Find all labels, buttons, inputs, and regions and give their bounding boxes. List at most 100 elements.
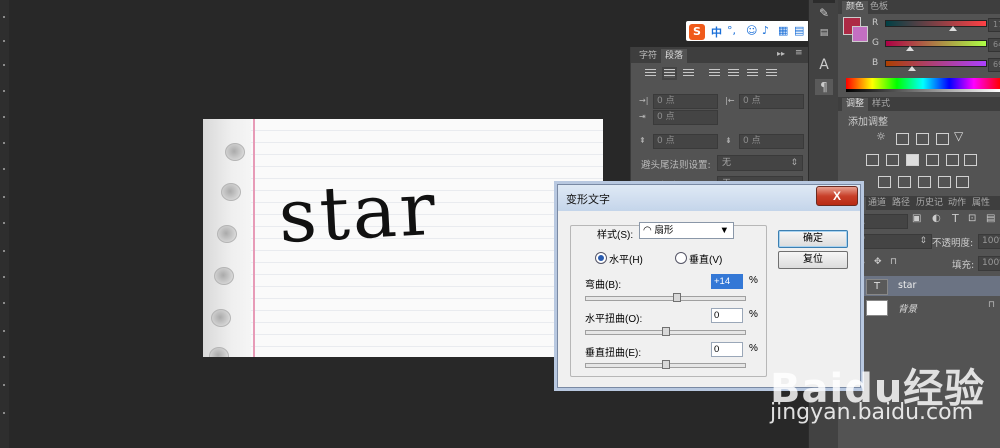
panel-collapse-icon[interactable]: ▸▸ — [777, 49, 785, 58]
blue-channel-thumb[interactable] — [908, 66, 916, 71]
layer-row-star[interactable]: T star — [838, 276, 1000, 296]
filter-adjustment-icon[interactable]: ◐ — [932, 213, 941, 224]
selective-color-icon[interactable] — [956, 176, 969, 188]
layer-name[interactable]: star — [898, 280, 916, 291]
color-spectrum-bar[interactable] — [846, 78, 1000, 92]
canvas-text[interactable]: star — [276, 166, 440, 260]
indent-first-line-field[interactable]: 0 点 — [653, 110, 718, 125]
blue-channel-value[interactable]: 69 — [988, 58, 1000, 72]
posterize-icon[interactable] — [898, 176, 911, 188]
hue-saturation-icon[interactable] — [866, 154, 879, 166]
hanging-rule-select[interactable]: 无 ⇕ — [717, 155, 803, 171]
tab-history[interactable]: 历史记 — [912, 197, 947, 210]
indent-right-icon: |← — [725, 96, 735, 105]
justify-all-icon[interactable] — [766, 69, 778, 78]
fill-field[interactable]: 100% — [978, 256, 1000, 271]
tab-swatches[interactable]: 色板 — [866, 1, 892, 14]
notebook-margin-line — [253, 119, 255, 357]
invert-icon[interactable] — [878, 176, 891, 188]
tab-styles[interactable]: 样式 — [868, 98, 894, 111]
justify-last-left-icon[interactable] — [709, 69, 721, 78]
channel-mixer-icon[interactable] — [946, 154, 959, 166]
adjustments-tabs: 调整 样式 — [838, 97, 1000, 111]
background-color-swatch[interactable] — [852, 26, 868, 42]
layer-row-background[interactable]: 背景 ⊓ — [838, 297, 1000, 317]
red-channel-slider[interactable] — [885, 20, 987, 27]
keyboard-icon[interactable]: ▦ — [778, 24, 788, 37]
threshold-icon[interactable] — [918, 176, 931, 188]
tab-character[interactable]: 字符 — [635, 49, 661, 63]
close-button[interactable]: X — [816, 186, 858, 206]
lock-icon: ⊓ — [988, 300, 996, 310]
emoji-icon[interactable]: ☺ — [746, 24, 757, 37]
bend-slider-thumb[interactable] — [672, 293, 681, 302]
arc-style-icon: ◠ — [643, 225, 652, 236]
style-select[interactable]: ◠ 扇形 ▼ — [639, 222, 734, 239]
dialog-title: 变形文字 — [566, 194, 610, 206]
blue-channel-slider[interactable] — [885, 60, 987, 67]
exposure-icon[interactable] — [936, 133, 949, 145]
ime-punctuation[interactable]: °, — [727, 24, 736, 37]
green-channel-thumb[interactable] — [906, 46, 914, 51]
horizontal-radio[interactable] — [595, 252, 607, 264]
indent-right-field[interactable]: 0 点 — [739, 94, 804, 109]
filter-type-icon[interactable]: T — [952, 212, 959, 225]
brightness-icon[interactable]: ☼ — [876, 130, 886, 143]
ime-mode[interactable]: 中 — [711, 24, 722, 40]
microphone-icon[interactable]: ♪ — [762, 24, 769, 37]
paragraph-panel-icon[interactable]: ¶ — [815, 79, 833, 95]
filter-pixel-icon[interactable]: ▣ — [912, 213, 921, 224]
vertical-distortion-input[interactable]: 0 — [711, 342, 743, 357]
tab-properties[interactable]: 属性 — [968, 197, 994, 210]
add-adjustment-heading: 添加调整 — [848, 117, 888, 128]
vibrance-icon[interactable]: ▽ — [954, 129, 963, 143]
filter-shape-icon[interactable]: ⊡ — [968, 213, 976, 224]
lock-all-icon[interactable]: ⊓ — [890, 257, 897, 267]
red-channel-thumb[interactable] — [949, 26, 957, 31]
color-balance-icon[interactable] — [886, 154, 899, 166]
horizontal-distortion-thumb[interactable] — [661, 327, 670, 336]
lock-position-icon[interactable]: ✥ — [874, 257, 882, 267]
curves-icon[interactable] — [916, 133, 929, 145]
align-left-icon[interactable] — [645, 69, 656, 78]
bend-slider[interactable] — [585, 296, 746, 301]
color-lookup-icon[interactable] — [964, 154, 977, 166]
vertical-radio[interactable] — [675, 252, 687, 264]
justify-last-right-icon[interactable] — [747, 69, 759, 78]
tab-paths[interactable]: 路径 — [888, 197, 914, 210]
tab-paragraph[interactable]: 段落 — [661, 49, 688, 63]
filter-smart-object-icon[interactable]: ▤ — [986, 213, 995, 224]
photo-filter-icon[interactable] — [926, 154, 939, 166]
ok-button[interactable]: 确定 — [778, 230, 848, 248]
reset-button[interactable]: 复位 — [778, 251, 848, 269]
panel-menu-icon[interactable]: ≡ — [795, 48, 803, 58]
character-panel-icon[interactable]: A — [815, 57, 833, 73]
bend-input[interactable]: +14 — [711, 274, 743, 289]
tab-actions[interactable]: 动作 — [944, 197, 970, 210]
align-right-icon[interactable] — [683, 69, 694, 78]
document-canvas[interactable]: star — [203, 119, 603, 357]
indent-left-field[interactable]: 0 点 — [653, 94, 718, 109]
brush-preset-icon[interactable]: ▤ — [815, 25, 833, 41]
sogou-logo-icon[interactable]: S — [689, 24, 705, 40]
red-channel-value[interactable]: 173 — [988, 18, 1000, 32]
space-before-field[interactable]: 0 点 — [653, 134, 718, 149]
tab-adjustments[interactable]: 调整 — [842, 98, 869, 111]
green-channel-value[interactable]: 64 — [988, 38, 1000, 52]
tab-channels[interactable]: 通道 — [864, 197, 890, 210]
gradient-map-icon[interactable] — [938, 176, 951, 188]
clipboard-icon[interactable]: ▤ — [794, 24, 804, 37]
vertical-distortion-thumb[interactable] — [661, 360, 670, 369]
brush-icon[interactable]: ✎ — [815, 5, 833, 21]
green-channel-slider[interactable] — [885, 40, 987, 47]
align-center-icon[interactable] — [662, 67, 677, 80]
opacity-field[interactable]: 100% — [978, 234, 1000, 249]
space-after-field[interactable]: 0 点 — [739, 134, 804, 149]
layer-name[interactable]: 背景 — [898, 301, 917, 315]
horizontal-distortion-input[interactable]: 0 — [711, 308, 743, 323]
levels-icon[interactable] — [896, 133, 909, 145]
justify-last-center-icon[interactable] — [728, 69, 740, 78]
tab-color[interactable]: 颜色 — [842, 1, 869, 14]
black-white-icon[interactable] — [906, 154, 919, 166]
dialog-title-bar[interactable]: 变形文字 X — [558, 185, 860, 211]
